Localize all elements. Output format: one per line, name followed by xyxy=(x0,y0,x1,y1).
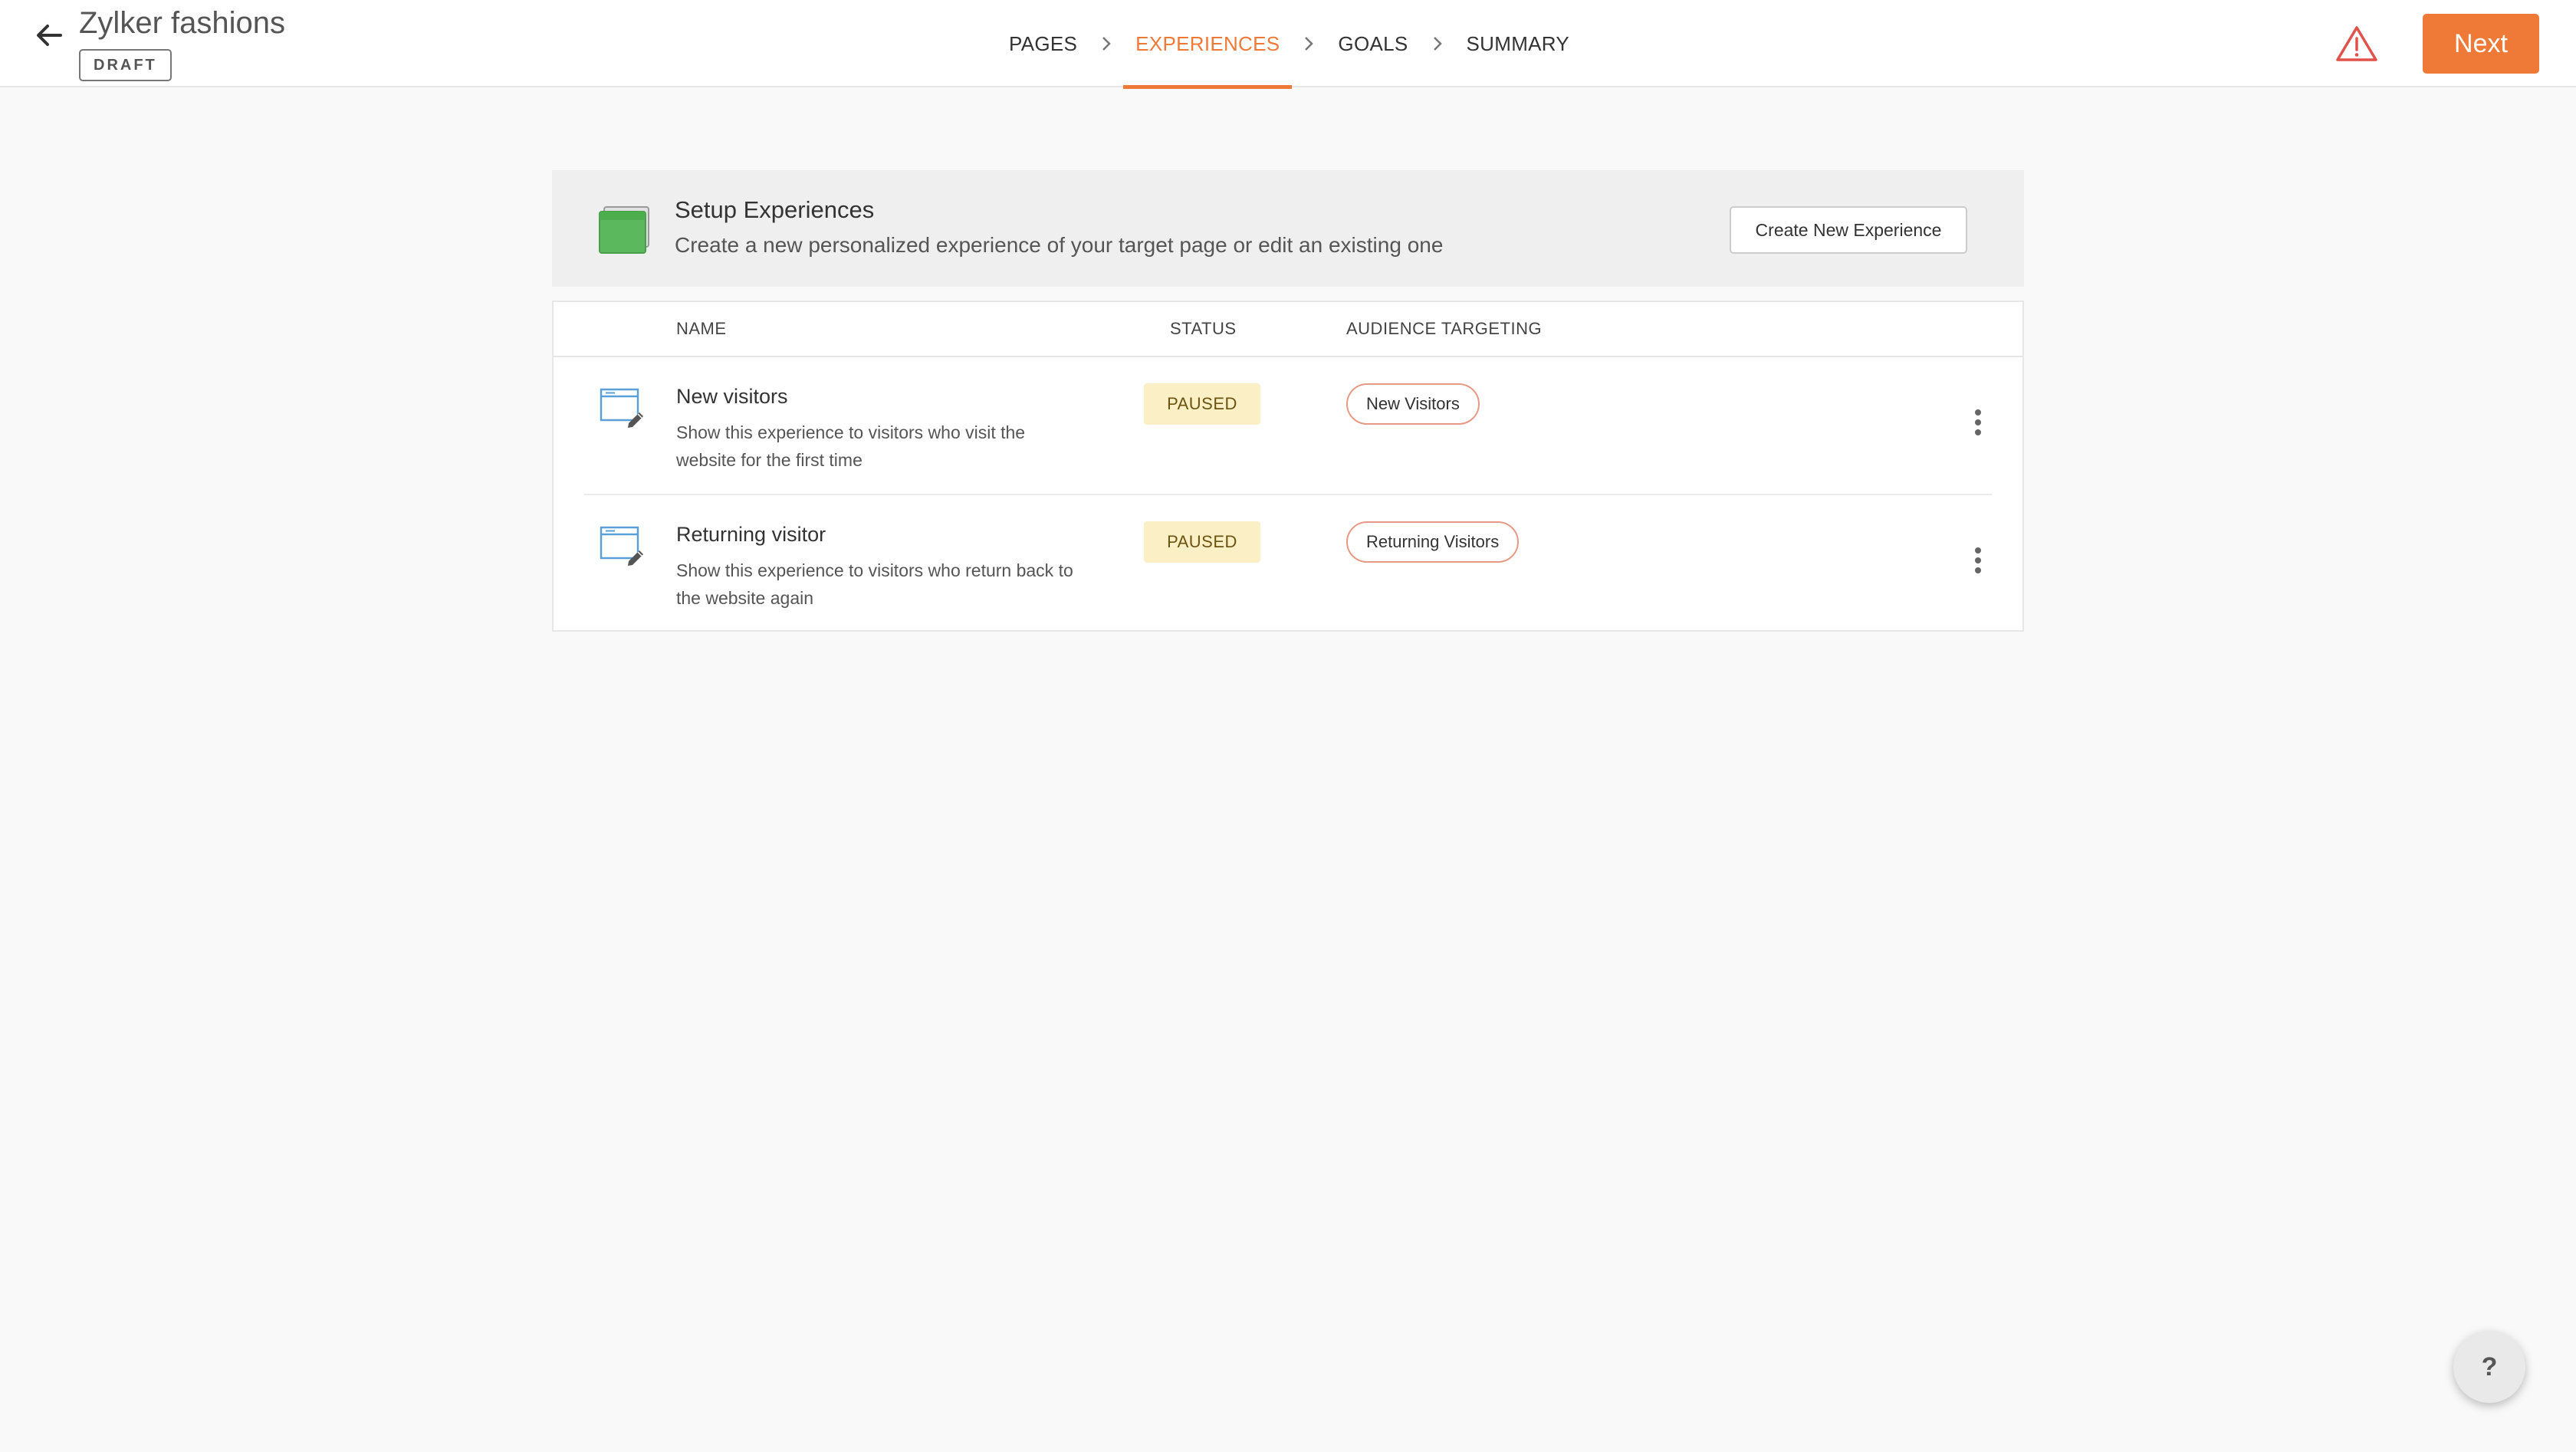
status-badge: PAUSED xyxy=(1144,383,1260,425)
chevron-right-icon xyxy=(1089,35,1123,52)
step-experiences-label: EXPERIENCES xyxy=(1135,31,1280,55)
setup-experiences-banner: Setup Experiences Create a new personali… xyxy=(552,170,2024,287)
edit-page-icon xyxy=(600,388,643,428)
kebab-menu-icon xyxy=(1975,409,1981,435)
table-row[interactable]: New visitors Show this experience to vis… xyxy=(554,357,2022,495)
experience-description: Show this experience to visitors who vis… xyxy=(676,422,1026,470)
column-header-audience: AUDIENCE TARGETING xyxy=(1346,319,1543,338)
step-summary-label: SUMMARY xyxy=(1466,31,1570,55)
more-options-button[interactable] xyxy=(1963,541,1993,580)
kebab-menu-icon xyxy=(1975,547,1981,573)
next-button[interactable]: Next xyxy=(2423,14,2539,74)
setup-title: Setup Experiences xyxy=(675,196,875,223)
step-pages-label: PAGES xyxy=(1009,31,1078,55)
browser-window-icon xyxy=(599,206,649,254)
table-row[interactable]: Returning visitor Show this experience t… xyxy=(554,495,2022,633)
column-header-status: STATUS xyxy=(1170,319,1237,338)
top-header: Zylker fashions DRAFT PAGES EXPERIENCES … xyxy=(0,0,2576,89)
step-navigation: PAGES EXPERIENCES GOALS SUMMARY xyxy=(997,0,1582,89)
help-button[interactable]: ? xyxy=(2453,1331,2525,1403)
step-summary[interactable]: SUMMARY xyxy=(1454,0,1582,87)
warning-triangle-icon[interactable] xyxy=(2335,25,2378,63)
create-new-experience-button[interactable]: Create New Experience xyxy=(1730,206,1967,254)
draft-badge: DRAFT xyxy=(79,49,172,81)
step-pages[interactable]: PAGES xyxy=(997,0,1089,87)
chevron-right-icon xyxy=(1292,35,1326,52)
arrow-left-icon xyxy=(37,25,62,46)
experience-name[interactable]: New visitors xyxy=(676,385,788,409)
step-goals-label: GOALS xyxy=(1338,31,1408,55)
status-badge: PAUSED xyxy=(1144,521,1260,563)
active-step-underline xyxy=(1123,85,1293,89)
experiences-table: NAME STATUS AUDIENCE TARGETING New visit… xyxy=(552,301,2024,632)
setup-description: Create a new personalized experience of … xyxy=(675,233,1444,257)
column-header-name: NAME xyxy=(676,319,727,338)
audience-tag[interactable]: New Visitors xyxy=(1346,383,1480,425)
step-goals[interactable]: GOALS xyxy=(1326,0,1420,87)
app-title: Zylker fashions xyxy=(79,6,285,40)
back-button[interactable] xyxy=(31,17,67,54)
more-options-button[interactable] xyxy=(1963,403,1993,442)
experience-name[interactable]: Returning visitor xyxy=(676,523,826,547)
experience-description: Show this experience to visitors who ret… xyxy=(676,560,1073,608)
edit-page-icon xyxy=(600,526,643,566)
chevron-right-icon xyxy=(1421,35,1454,52)
step-experiences[interactable]: EXPERIENCES xyxy=(1123,0,1293,89)
audience-tag[interactable]: Returning Visitors xyxy=(1346,521,1520,563)
